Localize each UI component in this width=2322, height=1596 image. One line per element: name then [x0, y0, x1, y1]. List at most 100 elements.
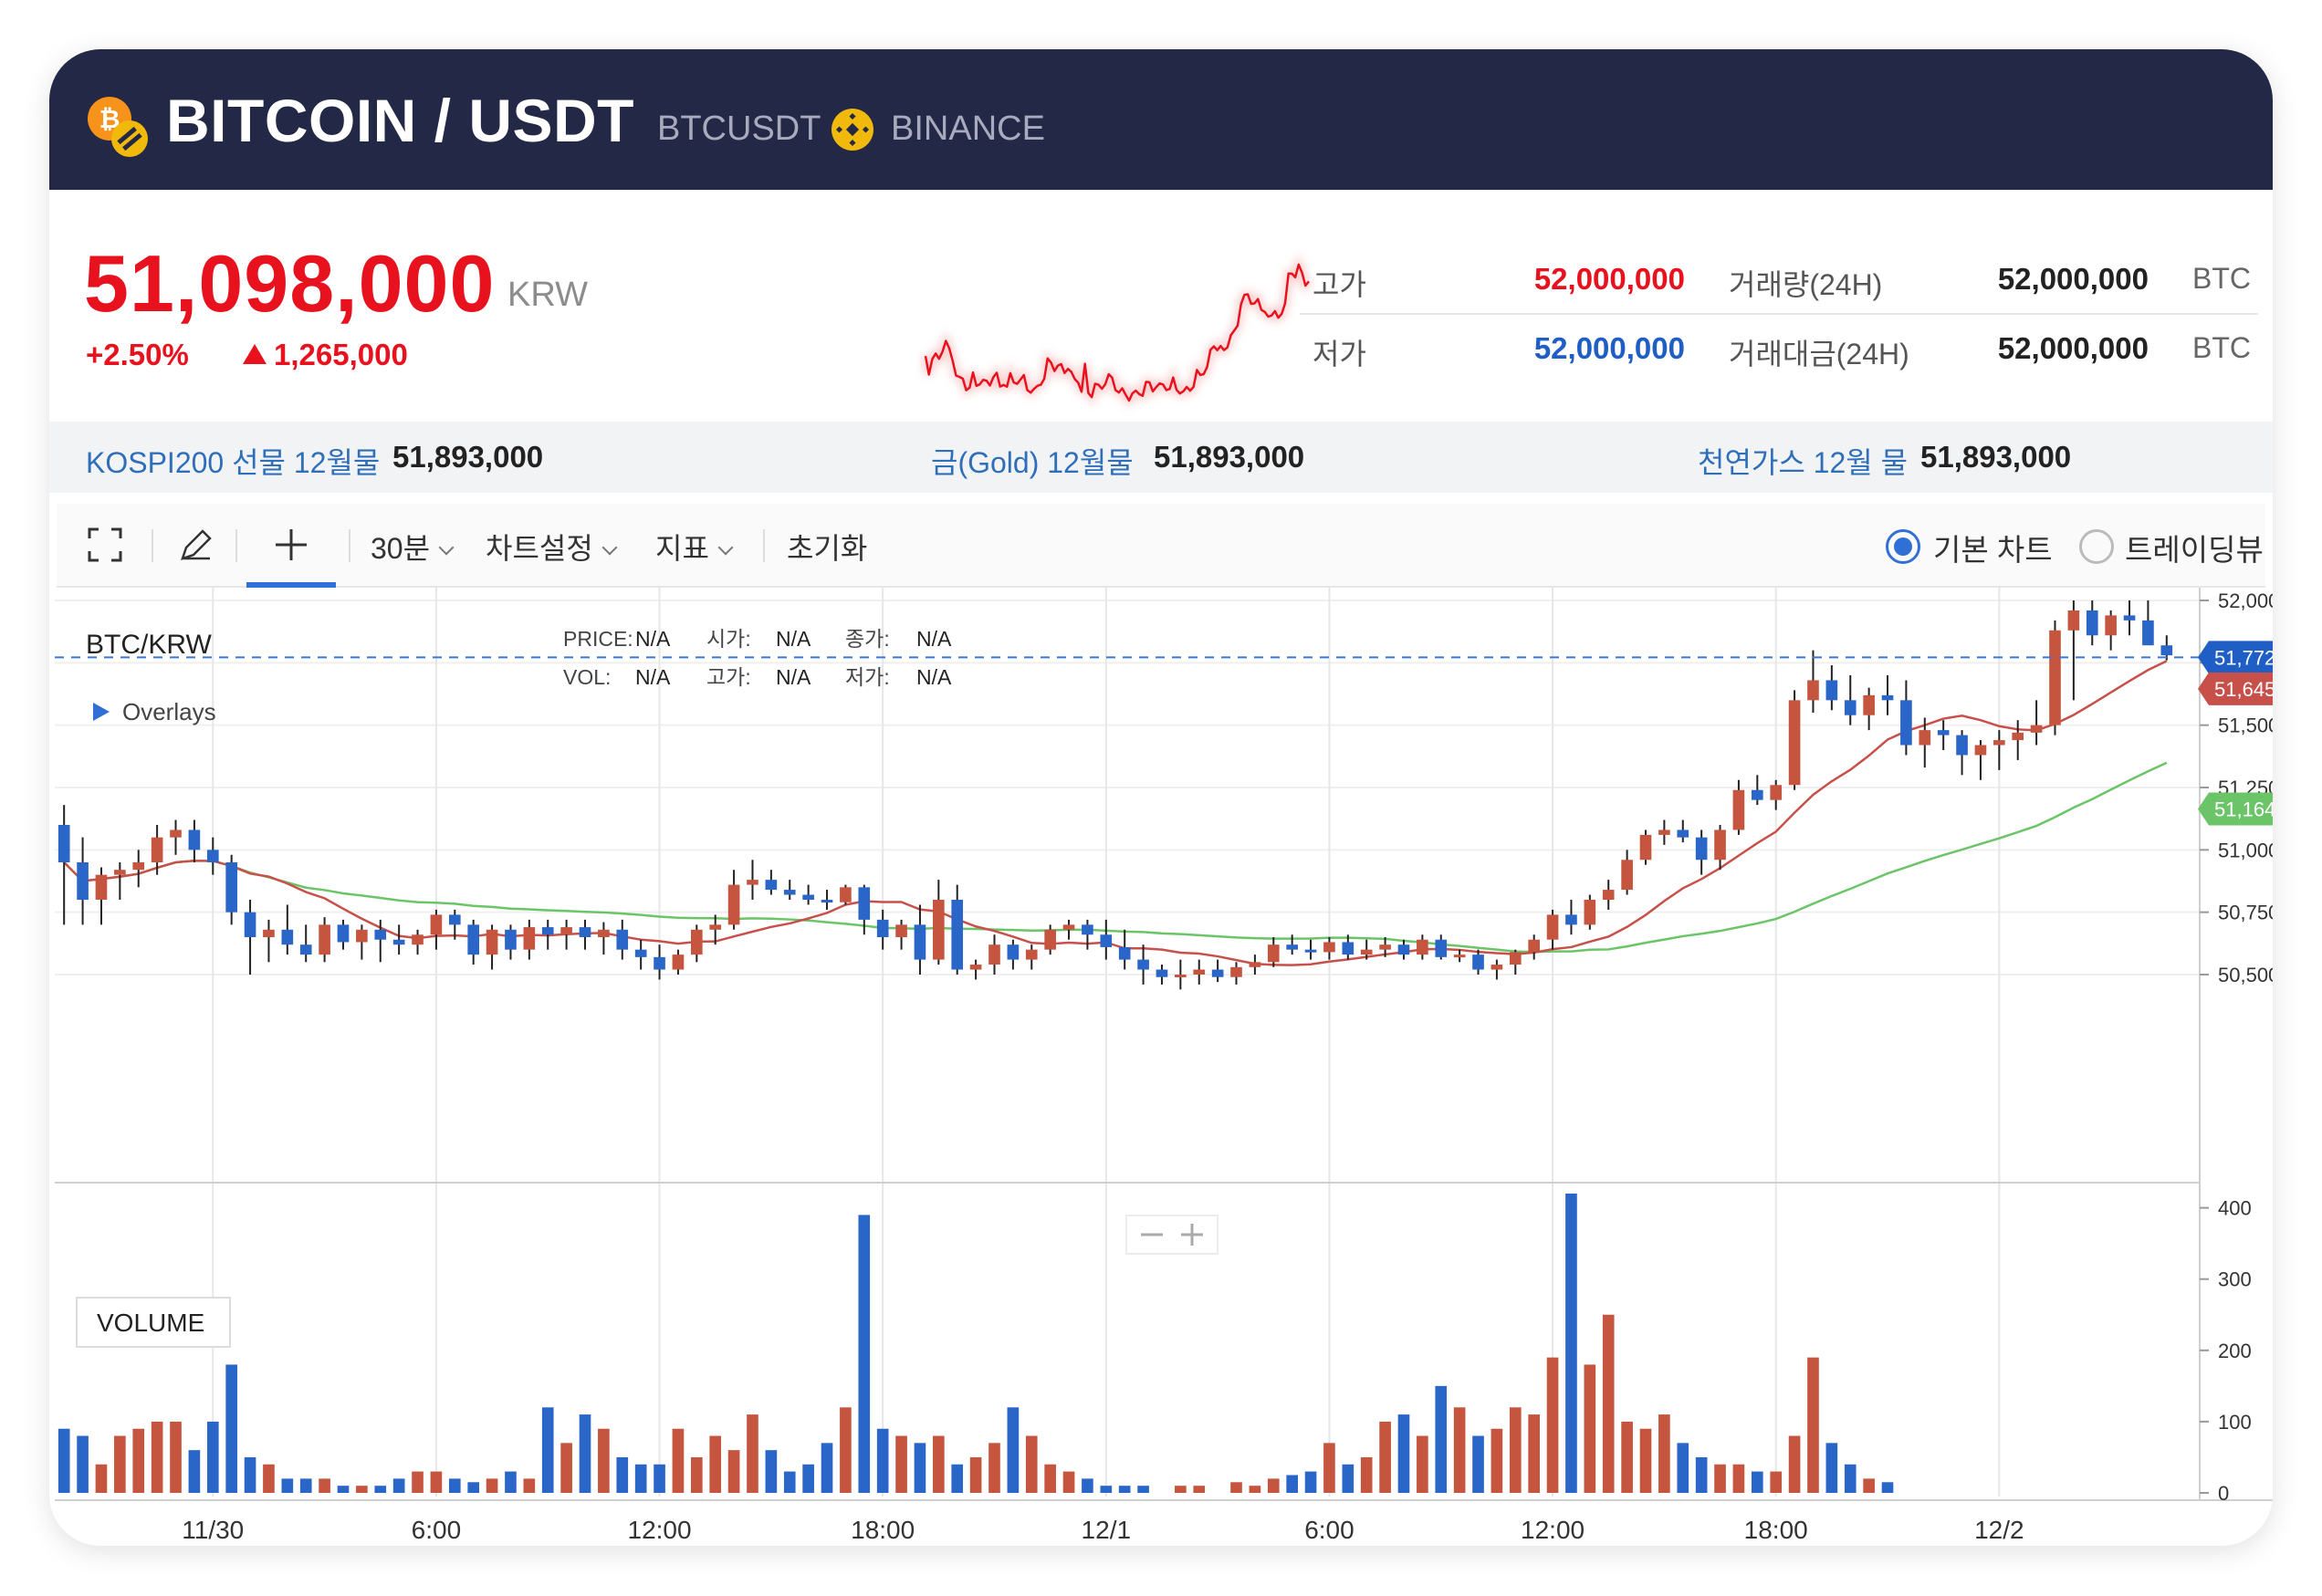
price-tag-label: 51,772,000: [2214, 646, 2273, 669]
slow-moving-average-line: [63, 761, 2168, 954]
candle-body: [1137, 959, 1149, 970]
candle-body: [1825, 680, 1838, 701]
volume-bar: [1230, 1482, 1242, 1493]
candle-body: [1379, 944, 1391, 950]
volume-bar: [448, 1478, 461, 1493]
candle-body: [114, 870, 126, 875]
candle-body: [170, 829, 182, 838]
volume-bar: [1323, 1443, 1335, 1493]
time-axis-label: 18:00: [1744, 1516, 1808, 1544]
pencil-icon[interactable]: [175, 524, 217, 566]
price-tag-label: 51,164,240: [2214, 798, 2273, 820]
volume-bar: [356, 1486, 368, 1493]
candle-body: [1156, 969, 1168, 977]
volume-bar: [541, 1407, 554, 1493]
volume-bars: [58, 1194, 1894, 1493]
fullscreen-icon[interactable]: [84, 524, 126, 566]
basic-chart-radio[interactable]: [1886, 529, 1920, 564]
chart-toolbar: 30분 차트설정 지표 초기화 기본 차트 트레이딩뷰: [57, 504, 2265, 588]
chevron-down-icon: [717, 539, 734, 556]
time-axis-label: 18:00: [851, 1516, 915, 1544]
volume-bar: [1007, 1407, 1020, 1493]
candle-body: [1304, 949, 1317, 953]
current-price: 51,098,000: [84, 238, 496, 329]
candle-body: [672, 954, 685, 970]
legend-open-value: N/A: [776, 627, 811, 651]
overlays-toggle[interactable]: Overlays: [122, 698, 216, 725]
candle-body: [709, 924, 722, 930]
volume-bar: [1546, 1357, 1559, 1493]
candle-body: [412, 934, 424, 945]
basic-chart-label[interactable]: 기본 차트: [1933, 526, 2053, 569]
reset-button[interactable]: 초기화: [787, 526, 867, 568]
legend-high-label: 고가:: [706, 665, 751, 689]
candle-body: [1881, 694, 1894, 701]
crosshair-icon[interactable]: [270, 524, 312, 566]
stats-row-low: 저가 52,000,000 거래대금(24H) 52,000,000 BTC: [1300, 315, 2258, 384]
volume-bar: [486, 1478, 498, 1493]
ticker-value: 51,893,000: [1154, 440, 1305, 474]
expand-triangle-icon[interactable]: [93, 703, 110, 721]
candle-body: [2142, 620, 2154, 646]
ticker-name[interactable]: 금(Gold) 12월물: [931, 440, 1134, 482]
candle-body: [1565, 914, 1577, 925]
candle-body: [206, 850, 219, 862]
volume-bar: [1267, 1478, 1280, 1493]
volume-bar: [988, 1443, 1000, 1493]
volume-bar: [95, 1464, 108, 1493]
candle-body: [541, 927, 554, 935]
candlestick-chart[interactable]: 52,000,00051,750,00051,500,00051,250,000…: [49, 588, 2273, 1546]
candle-body: [225, 862, 237, 913]
high-label: 고가: [1313, 268, 1366, 301]
candle-body: [2086, 610, 2098, 636]
high-value: 52,000,000: [1533, 262, 1685, 296]
volume-bar: [765, 1450, 778, 1493]
trading-view-label[interactable]: 트레이딩뷰: [2125, 526, 2264, 569]
volume-bar: [206, 1421, 219, 1493]
candle-body: [1974, 745, 1987, 756]
candle-body: [77, 862, 89, 900]
ticker-name[interactable]: 천연가스 12월 물: [1698, 440, 1908, 482]
candle-body: [1658, 829, 1670, 835]
candle-body: [747, 880, 758, 885]
candle-body: [1956, 735, 1968, 756]
volume-bar: [170, 1421, 182, 1493]
candle-body: [1249, 962, 1261, 967]
volume-bar: [914, 1443, 926, 1493]
candle-body: [634, 949, 647, 957]
ticker-name[interactable]: KOSPI200 선물 12월물: [86, 440, 380, 482]
volume-bar: [1137, 1486, 1149, 1493]
candle-body: [988, 944, 1000, 965]
legend-price-label: PRICE:: [563, 627, 633, 651]
candle-body: [1118, 946, 1131, 960]
volume-bar: [430, 1471, 443, 1493]
volume-bar: [1193, 1486, 1206, 1493]
candle-body: [1584, 900, 1596, 925]
legend-open-label: 시가:: [706, 627, 751, 651]
candle-body: [430, 914, 443, 935]
volume-axis-label: 300: [2218, 1268, 2252, 1291]
indicators-dropdown[interactable]: 지표: [655, 526, 734, 568]
zoom-controls[interactable]: [1125, 1215, 1219, 1255]
candle-body: [1621, 860, 1633, 891]
interval-dropdown[interactable]: 30분: [371, 526, 455, 568]
volume-bar: [412, 1471, 424, 1493]
candle-body: [840, 887, 852, 902]
bitcoin-icon: ₿: [88, 97, 148, 157]
candle-body: [1919, 730, 1931, 746]
candle-body: [876, 919, 889, 937]
volume-bar: [1677, 1443, 1689, 1493]
candle-body: [1770, 785, 1783, 800]
candle-body: [765, 880, 778, 891]
volume-bar: [392, 1478, 405, 1493]
legend-vol-label: VOL:: [563, 665, 611, 689]
volume-bar: [1621, 1421, 1633, 1493]
candle-body: [2012, 732, 2024, 741]
volume-bar: [1435, 1385, 1448, 1493]
candle-body: [802, 894, 814, 900]
trading-view-radio[interactable]: [2079, 529, 2114, 564]
volume-bar: [598, 1428, 610, 1493]
candle-body: [467, 924, 480, 955]
chart-settings-dropdown[interactable]: 차트설정: [486, 526, 618, 568]
volume-bar: [1044, 1464, 1056, 1493]
